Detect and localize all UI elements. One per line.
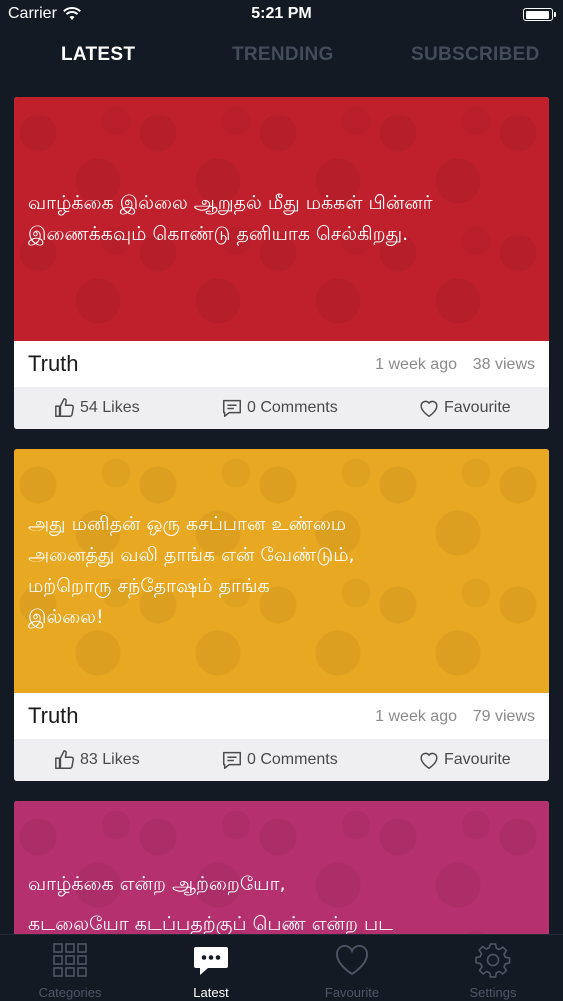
top-tabs: LATEST TRENDING SUBSCRIBED: [0, 38, 563, 78]
tab-latest[interactable]: LATEST: [61, 44, 135, 66]
quote-card[interactable]: வாழ்க்கை என்ற ஆற்றையோ, கடலையோ கடப்பதற்கு…: [14, 801, 549, 941]
tab-settings[interactable]: Settings: [438, 941, 548, 1000]
heart-icon: [420, 400, 438, 418]
card-category[interactable]: Truth: [28, 703, 79, 729]
heart-icon: [336, 945, 368, 976]
bottom-tab-bar: Categories Latest Favourite Settings: [0, 934, 563, 1001]
quote-text-area[interactable]: அது மனிதன் ஒரு கசப்பான உண்மை அனைத்து வலி…: [14, 449, 549, 693]
card-category[interactable]: Truth: [28, 351, 79, 377]
tab-label: Settings: [469, 985, 517, 1000]
favourite-button[interactable]: Favourite: [418, 397, 511, 419]
quote-line: வாழ்க்கை இல்லை ஆறுதல் மீது மக்கள் பின்னர…: [28, 192, 433, 214]
card-views: 38 views: [472, 356, 535, 373]
comment-button[interactable]: 0 Comments: [221, 397, 338, 419]
tab-categories[interactable]: Categories: [15, 941, 125, 1000]
status-bar: Carrier 5:21 PM: [0, 0, 563, 30]
comment-count: 0 Comments: [247, 751, 338, 768]
like-count: 54 Likes: [80, 399, 140, 416]
quote-card[interactable]: அது மனிதன் ஒரு கசப்பான உண்மை அனைத்து வலி…: [14, 449, 549, 781]
like-count: 83 Likes: [80, 751, 140, 768]
status-time: 5:21 PM: [251, 5, 312, 22]
thumbs-up-icon: [55, 398, 74, 417]
gear-icon: [475, 943, 511, 978]
favourite-label: Favourite: [444, 751, 511, 768]
battery-fill: [525, 10, 549, 19]
card-actions: 83 Likes 0 Comments Favourite: [14, 739, 549, 781]
card-time: 1 week ago: [375, 708, 457, 725]
favourite-button[interactable]: Favourite: [418, 749, 511, 771]
quote-line: அது மனிதன் ஒரு கசப்பான உண்மை: [28, 513, 347, 535]
tab-label: Favourite: [324, 985, 380, 1000]
chat-icon: [194, 947, 228, 975]
quote-card[interactable]: வாழ்க்கை இல்லை ஆறுதல் மீது மக்கள் பின்னர…: [14, 97, 549, 429]
tab-label: Categories: [38, 985, 102, 1000]
quote-text-area[interactable]: வாழ்க்கை என்ற ஆற்றையோ, கடலையோ கடப்பதற்கு…: [14, 801, 549, 941]
quote-line: இணைக்கவும் கொண்டு தனியாக செல்கிறது.: [28, 223, 409, 245]
battery-icon: [523, 8, 556, 21]
tab-label: Latest: [193, 985, 229, 1000]
quote-line: மற்றொரு சந்தோஷம் தாங்க: [28, 575, 270, 597]
card-time: 1 week ago: [375, 356, 457, 373]
comment-icon: [223, 399, 241, 417]
quote-text-area[interactable]: வாழ்க்கை இல்லை ஆறுதல் மீது மக்கள் பின்னர…: [14, 97, 549, 341]
thumbs-up-icon: [55, 750, 74, 769]
grid-icon: [53, 943, 87, 977]
comment-icon: [223, 751, 241, 769]
like-button[interactable]: 83 Likes: [54, 749, 140, 771]
like-button[interactable]: 54 Likes: [54, 397, 140, 419]
card-views: 79 views: [472, 708, 535, 725]
tab-trending[interactable]: TRENDING: [232, 44, 334, 66]
favourite-label: Favourite: [444, 399, 511, 416]
comment-button[interactable]: 0 Comments: [221, 749, 338, 771]
tab-favourite[interactable]: Favourite: [297, 941, 407, 1000]
quote-line: அனைத்து வலி தாங்க என் வேண்டும்,: [28, 544, 355, 566]
tab-subscribed[interactable]: SUBSCRIBED: [411, 44, 540, 66]
tab-latest-bottom[interactable]: Latest: [156, 941, 266, 1000]
quote-line: இல்லை!: [28, 606, 104, 628]
card-meta: Truth 1 week ago 38 views: [14, 341, 549, 387]
comment-count: 0 Comments: [247, 399, 338, 416]
card-meta: Truth 1 week ago 79 views: [14, 693, 549, 739]
quote-line: வாழ்க்கை என்ற ஆற்றையோ,: [28, 873, 286, 895]
heart-icon: [420, 752, 438, 770]
card-actions: 54 Likes 0 Comments Favourite: [14, 387, 549, 429]
